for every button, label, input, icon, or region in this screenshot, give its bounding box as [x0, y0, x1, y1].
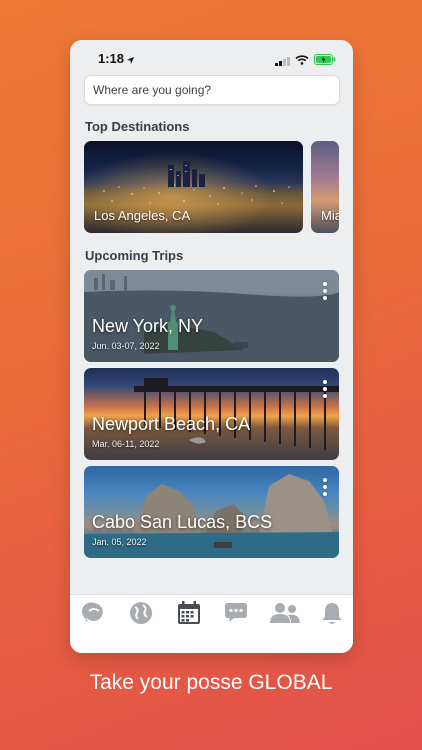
top-destinations-heading: Top Destinations — [85, 119, 190, 134]
destination-label: Mia — [321, 208, 339, 223]
marketing-tagline: Take your posse GLOBAL — [89, 671, 333, 694]
location-arrow-icon — [126, 52, 135, 70]
upcoming-trips-heading: Upcoming Trips — [85, 248, 184, 263]
status-time: 1:18 — [98, 51, 125, 66]
trip-card-newport-beach[interactable]: Newport Beach, CA Mar. 06-11, 2022 — [84, 368, 339, 460]
destination-card-los-angeles[interactable]: Los Angeles, CA — [84, 141, 303, 233]
tab-messages-icon[interactable] — [222, 599, 250, 627]
trip-date: Mar. 06-11, 2022 — [92, 439, 160, 449]
trip-date: Jan. 05, 2022 — [92, 537, 147, 547]
trip-title: Cabo San Lucas, BCS — [92, 512, 273, 532]
trip-date: Jun. 03-07, 2022 — [92, 341, 160, 351]
tab-bell-icon[interactable] — [318, 599, 346, 627]
tab-globe-icon[interactable] — [127, 599, 155, 627]
phone-frame: 1:18 Where are you going? Top Destinatio… — [70, 40, 353, 653]
trip-card-cabo-san-lucas[interactable]: Cabo San Lucas, BCS Jan. 05, 2022 — [84, 466, 339, 558]
more-options-icon[interactable] — [322, 380, 328, 402]
search-bar[interactable] — [84, 75, 340, 105]
destination-label: Los Angeles, CA — [94, 208, 191, 223]
more-options-icon[interactable] — [322, 282, 328, 304]
trip-title: Newport Beach, CA — [92, 414, 251, 434]
tab-bar — [70, 594, 353, 653]
signal-icon — [275, 53, 291, 71]
status-bar: 1:18 — [70, 40, 353, 74]
tab-calendar-icon[interactable] — [175, 599, 203, 627]
tab-chat-bubble-icon[interactable] — [80, 599, 108, 627]
trip-title: New York, NY — [92, 316, 204, 336]
trip-card-new-york[interactable]: New York, NY Jun. 03-07, 2022 — [84, 270, 339, 362]
search-input[interactable] — [85, 76, 339, 104]
battery-icon — [314, 52, 336, 70]
tab-people-icon[interactable] — [268, 599, 302, 627]
more-options-icon[interactable] — [322, 478, 328, 500]
wifi-icon — [295, 52, 309, 70]
destination-card-miami[interactable]: Mia — [311, 141, 339, 233]
